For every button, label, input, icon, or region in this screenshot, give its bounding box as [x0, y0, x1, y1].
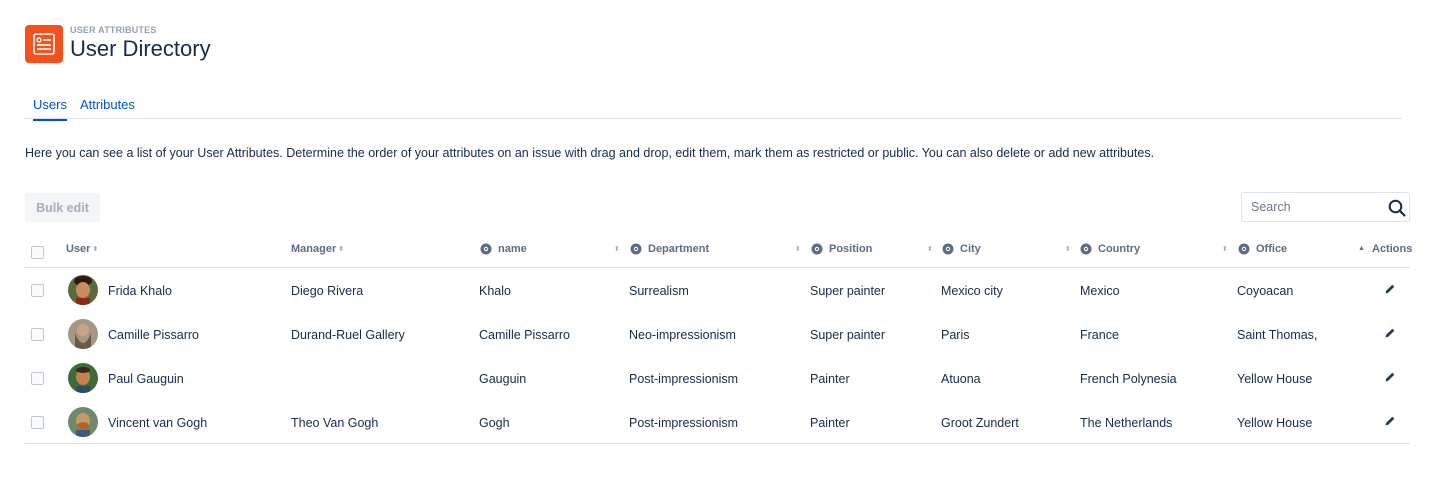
cell-country: Mexico: [1080, 284, 1120, 298]
eye-icon: [1238, 243, 1250, 255]
table-row: Frida Khalo Diego Rivera Khalo Surrealis…: [25, 268, 1410, 312]
eye-icon: [1080, 243, 1092, 255]
table-row: Paul Gauguin Gauguin Post-impressionism …: [25, 356, 1410, 400]
cell-name: Khalo: [479, 284, 511, 298]
sort-icon[interactable]: ⬍: [1222, 245, 1228, 253]
cell-user[interactable]: Camille Pissarro: [108, 328, 199, 342]
column-header-manager[interactable]: Manager ⬍: [291, 242, 344, 256]
cell-office: Yellow House: [1237, 416, 1313, 430]
avatar: [68, 275, 98, 305]
column-label: Position: [829, 243, 873, 255]
search-icon[interactable]: [1387, 198, 1407, 218]
edit-icon[interactable]: [1384, 371, 1396, 383]
cell-name: Gauguin: [479, 372, 527, 386]
cell-user[interactable]: Vincent van Gogh: [108, 416, 207, 430]
cell-department: Surrealism: [629, 284, 689, 298]
search-input[interactable]: [1243, 194, 1383, 220]
bulk-edit-button[interactable]: Bulk edit: [25, 193, 100, 222]
sort-icon[interactable]: ⬍: [614, 245, 620, 253]
app-icon: [25, 25, 63, 63]
tab-bar: Users Attributes: [25, 97, 1402, 121]
cell-manager: Diego Rivera: [291, 284, 364, 298]
eye-icon: [480, 243, 492, 255]
column-label: Department: [648, 243, 710, 255]
row-checkbox[interactable]: [31, 416, 44, 429]
cell-country: French Polynesia: [1080, 372, 1177, 386]
cell-country: The Netherlands: [1080, 416, 1173, 430]
column-header-department[interactable]: Department: [630, 242, 709, 256]
column-header-user[interactable]: User ⬍: [66, 242, 98, 256]
cell-position: Painter: [810, 416, 850, 430]
column-header-office[interactable]: Office: [1238, 242, 1287, 256]
cell-name: Gogh: [479, 416, 510, 430]
cell-office: Yellow House: [1237, 372, 1313, 386]
cell-office: Coyoacan: [1237, 284, 1294, 298]
cell-country: France: [1080, 328, 1119, 342]
column-label: Country: [1098, 243, 1141, 255]
column-label: City: [960, 243, 981, 255]
cell-city: Mexico city: [941, 284, 1003, 298]
column-label: Office: [1256, 243, 1288, 255]
column-label: User: [66, 243, 91, 255]
row-checkbox[interactable]: [31, 372, 44, 385]
row-checkbox[interactable]: [31, 284, 44, 297]
sort-icon: ⬍: [92, 246, 99, 253]
cell-department: Post-impressionism: [629, 416, 739, 430]
eye-icon: [942, 243, 954, 255]
column-header-actions: Actions: [1372, 242, 1412, 256]
cell-city: Groot Zundert: [941, 416, 1019, 430]
edit-icon[interactable]: [1384, 415, 1396, 427]
cell-department: Post-impressionism: [629, 372, 739, 386]
cell-city: Paris: [941, 328, 970, 342]
cell-manager: Durand-Ruel Gallery: [291, 328, 405, 342]
tab-users[interactable]: Users: [33, 97, 67, 121]
sort-icon: ⬍: [338, 246, 345, 253]
sort-icon[interactable]: ▲: [1358, 245, 1365, 252]
column-header-country[interactable]: Country: [1080, 242, 1140, 256]
cell-city: Atuona: [941, 372, 981, 386]
sort-icon[interactable]: ⬍: [927, 245, 933, 253]
cell-office: Saint Thomas,: [1237, 328, 1318, 342]
eye-icon: [811, 243, 823, 255]
avatar: [68, 407, 98, 437]
user-list-icon: [33, 33, 55, 55]
column-header-name[interactable]: name: [480, 242, 527, 256]
edit-icon[interactable]: [1384, 327, 1396, 339]
cell-user[interactable]: Frida Khalo: [108, 284, 172, 298]
tab-attributes[interactable]: Attributes: [80, 97, 135, 112]
avatar: [68, 319, 98, 349]
cell-manager: Theo Van Gogh: [291, 416, 379, 430]
users-table: User ⬍ Manager ⬍ name ⬍ Department ⬍ Posit…: [25, 236, 1412, 444]
column-header-position[interactable]: Position: [811, 242, 872, 256]
page-title: User Directory: [70, 36, 211, 61]
page-eyebrow: USER ATTRIBUTES: [70, 25, 157, 35]
cell-user[interactable]: Paul Gauguin: [108, 372, 184, 386]
select-all-checkbox[interactable]: [31, 246, 44, 259]
cell-position: Painter: [810, 372, 850, 386]
sort-icon[interactable]: ⬍: [1065, 245, 1071, 253]
column-label: Actions: [1372, 243, 1413, 255]
cell-position: Super painter: [810, 284, 886, 298]
table-header: User ⬍ Manager ⬍ name ⬍ Department ⬍ Posit…: [25, 236, 1412, 268]
search-box: [1241, 192, 1410, 222]
sort-icon[interactable]: ⬍: [795, 245, 801, 253]
table-row: Vincent van Gogh Theo Van Gogh Gogh Post…: [25, 400, 1410, 444]
cell-position: Super painter: [810, 328, 886, 342]
table-row: Camille Pissarro Durand-Ruel Gallery Cam…: [25, 312, 1410, 356]
column-header-city[interactable]: City: [942, 242, 981, 256]
page-description: Here you can see a list of your User Att…: [25, 146, 1155, 160]
column-label: name: [498, 243, 527, 255]
cell-name: Camille Pissarro: [479, 328, 570, 342]
column-label: Manager: [291, 243, 337, 255]
row-checkbox[interactable]: [31, 328, 44, 341]
cell-department: Neo-impressionism: [629, 328, 736, 342]
eye-icon: [630, 243, 642, 255]
avatar: [68, 363, 98, 393]
edit-icon[interactable]: [1384, 283, 1396, 295]
